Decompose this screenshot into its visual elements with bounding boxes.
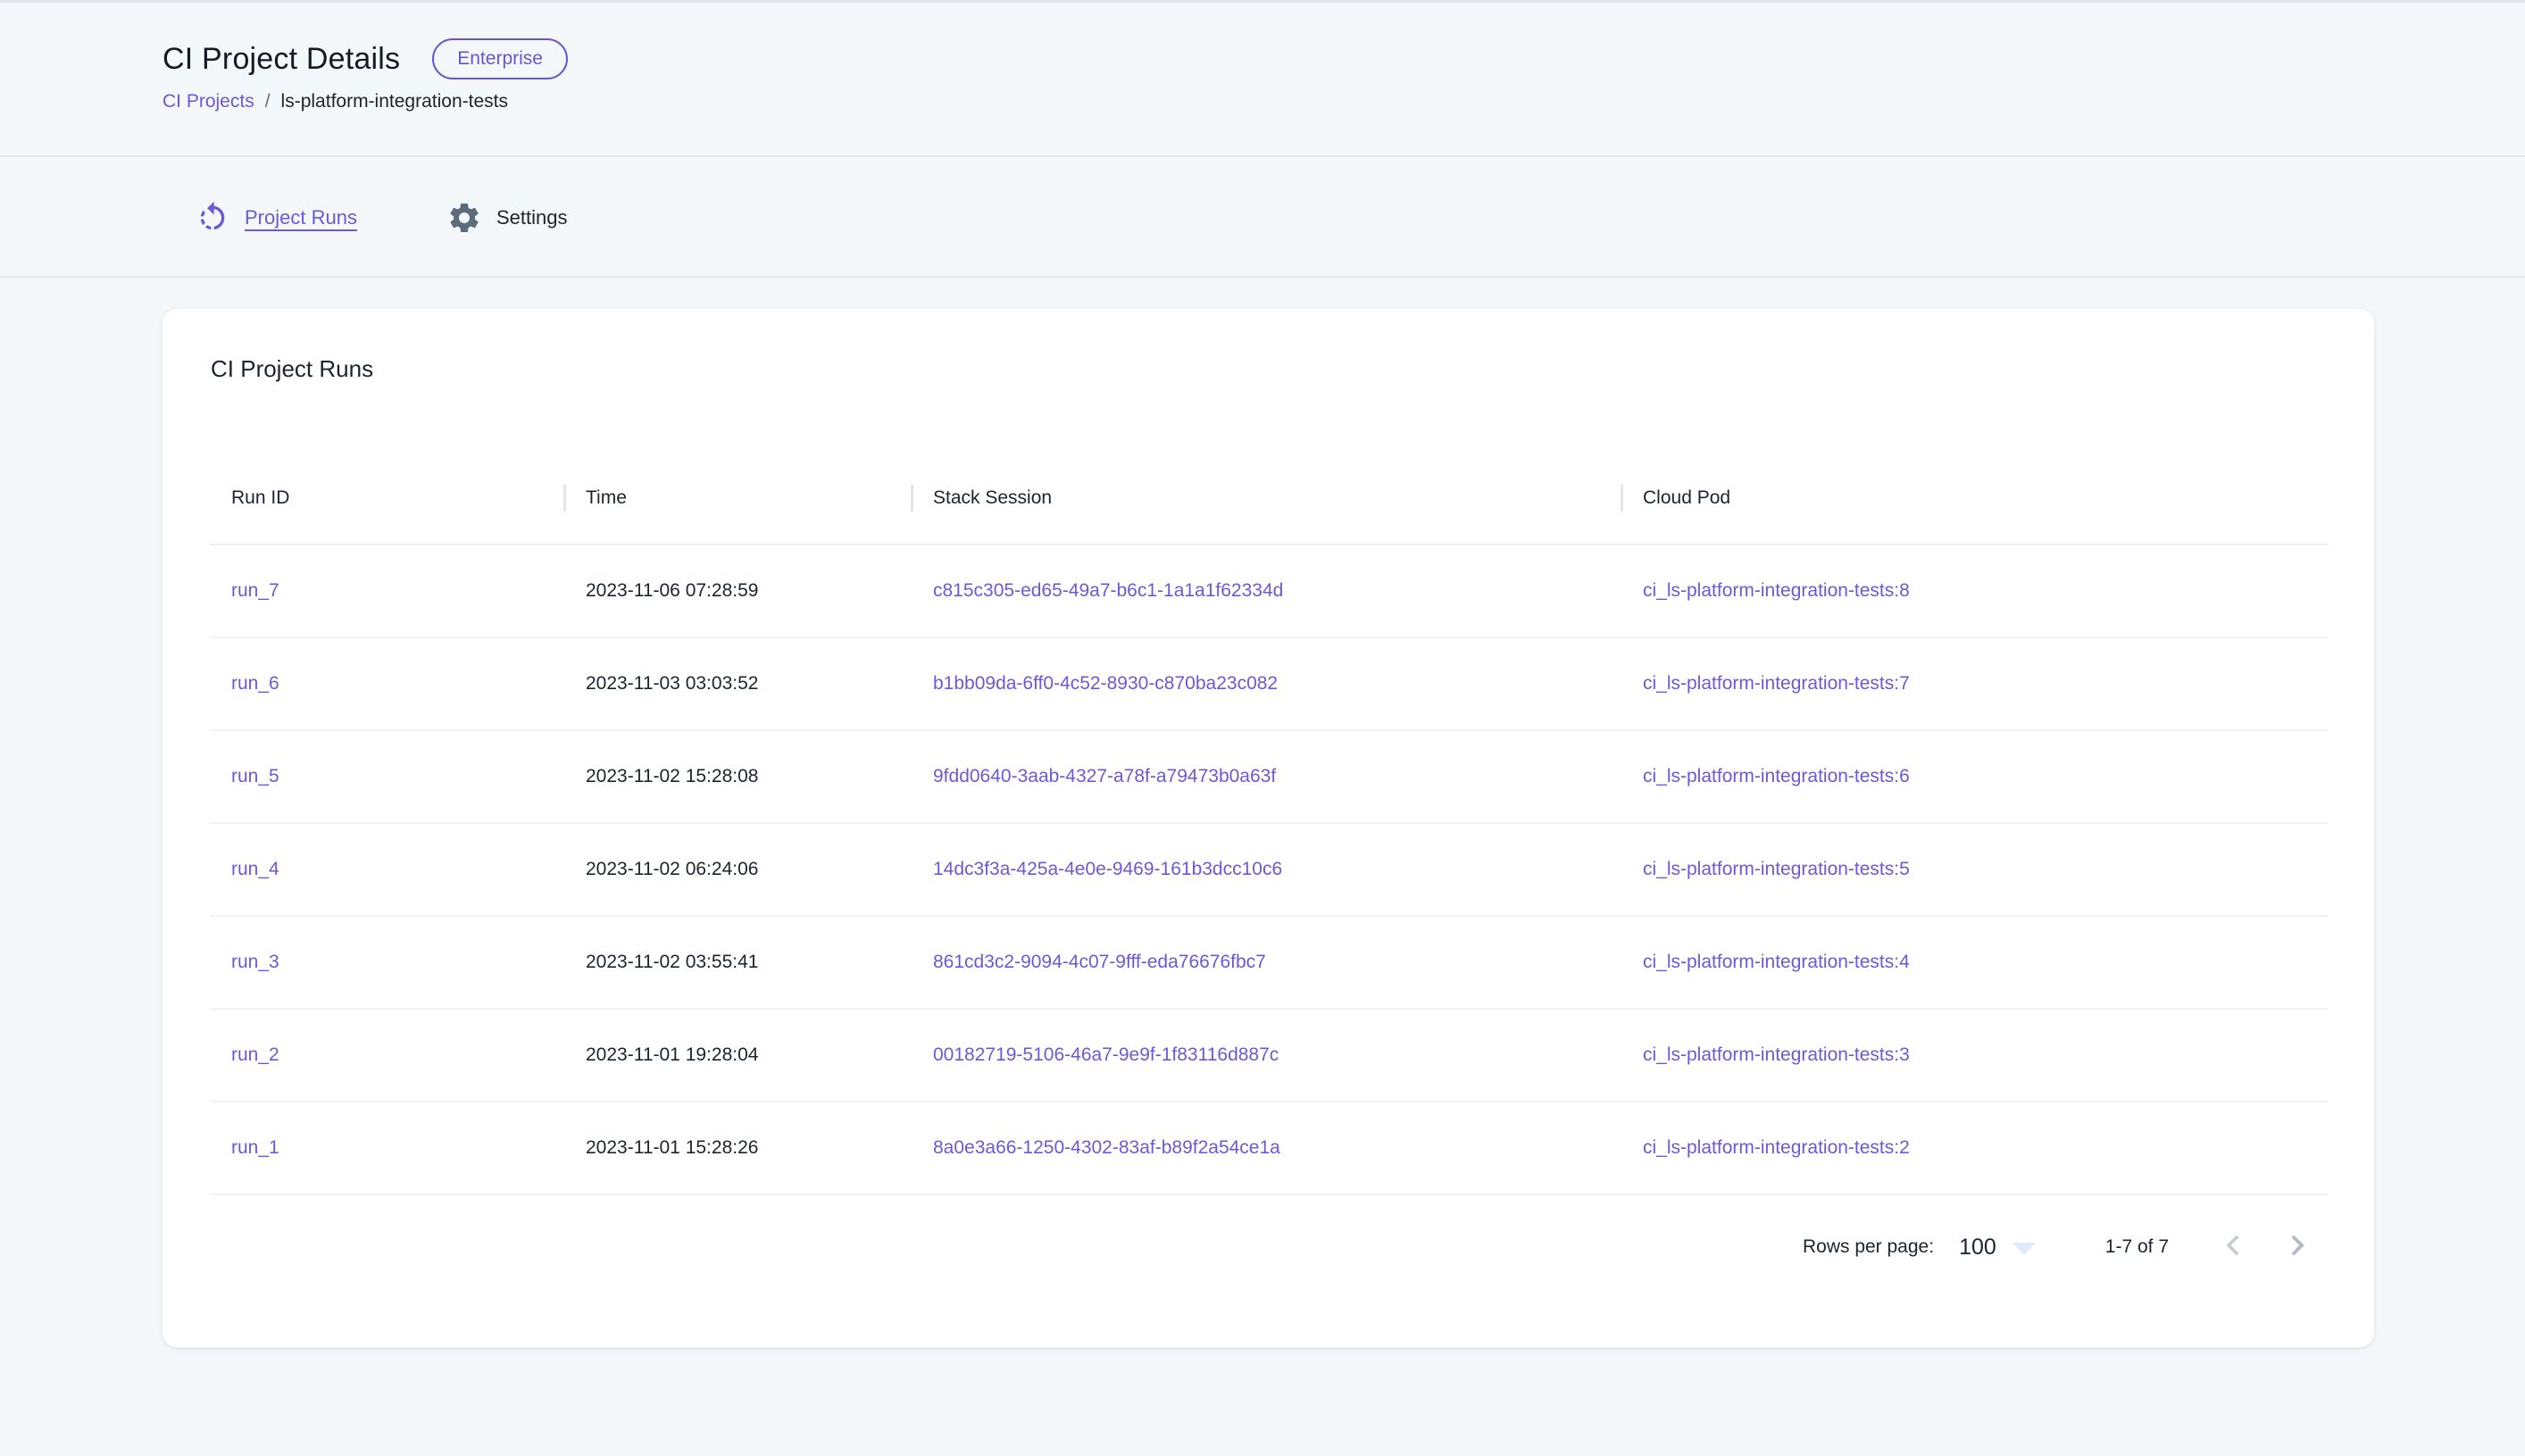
stack-session-link[interactable]: 9fdd0640-3aab-4327-a78f-a79473b0a63f [933,766,1276,786]
run-id-link[interactable]: run_5 [231,766,279,786]
stack-session-link[interactable]: b1bb09da-6ff0-4c52-8930-c870ba23c082 [933,673,1278,694]
table-row: run_2 2023-11-01 19:28:04 00182719-5106-… [210,1010,2329,1102]
page: { "header": { "title": "CI Project Detai… [0,0,2525,1456]
chevron-down-icon [2012,1243,2036,1255]
run-time: 2023-11-03 03:03:52 [564,673,912,695]
tab-project-runs-label: Project Runs [245,206,357,229]
column-header-time: Time [564,487,912,509]
cloud-pod-link[interactable]: ci_ls-platform-integration-tests:5 [1643,859,1910,879]
runs-table: Run ID Time Stack Session Cloud Pod run_… [210,452,2329,1195]
breadcrumb-link-ci-projects[interactable]: CI Projects [162,91,254,112]
tab-settings-label: Settings [496,206,568,229]
tab-project-runs[interactable]: Project Runs [195,200,357,236]
tab-bar: Project Runs Settings [0,159,2525,278]
table-row: run_5 2023-11-02 15:28:08 9fdd0640-3aab-… [210,731,2329,824]
run-id-link[interactable]: run_6 [231,673,279,694]
run-time: 2023-11-06 07:28:59 [564,580,912,602]
breadcrumb-separator: / [265,91,271,112]
breadcrumb: CI Projects / ls-platform-integration-te… [162,91,2525,112]
rows-per-page-select[interactable]: 100 [1959,1235,2036,1260]
run-id-link[interactable]: run_4 [231,859,279,879]
pagination-range: 1-7 of 7 [2105,1236,2169,1258]
table-row: run_3 2023-11-02 03:55:41 861cd3c2-9094-… [210,917,2329,1010]
run-time: 2023-11-02 06:24:06 [564,859,912,880]
run-time: 2023-11-02 03:55:41 [564,952,912,973]
chevron-left-icon [2212,1226,2254,1269]
run-id-link[interactable]: run_7 [231,580,279,601]
table-row: run_1 2023-11-01 15:28:26 8a0e3a66-1250-… [210,1102,2329,1195]
run-time: 2023-11-01 15:28:26 [564,1137,912,1159]
enterprise-badge: Enterprise [432,38,568,79]
column-header-cloud-pod: Cloud Pod [1621,487,2329,509]
table-row: run_4 2023-11-02 06:24:06 14dc3f3a-425a-… [210,824,2329,917]
stack-session-link[interactable]: 861cd3c2-9094-4c07-9fff-eda76676fbc7 [933,952,1266,972]
pagination: Rows per page: 100 1-7 of 7 [1803,1221,2319,1273]
column-header-stack-session: Stack Session [912,487,1621,509]
run-id-link[interactable]: run_3 [231,952,279,972]
stack-session-link[interactable]: 8a0e3a66-1250-4302-83af-b89f2a54ce1a [933,1137,1280,1158]
run-id-link[interactable]: run_1 [231,1137,279,1158]
rotate-left-icon [195,200,230,236]
cloud-pod-link[interactable]: ci_ls-platform-integration-tests:4 [1643,952,1910,972]
page-title: CI Project Details [162,42,400,77]
table-row: run_7 2023-11-06 07:28:59 c815c305-ed65-… [210,545,2329,638]
rows-per-page-value: 100 [1959,1235,1996,1260]
table-row: run_6 2023-11-03 03:03:52 b1bb09da-6ff0-… [210,638,2329,731]
gear-icon [446,200,482,236]
rows-per-page-label: Rows per page: [1803,1236,1934,1258]
cloud-pod-link[interactable]: ci_ls-platform-integration-tests:3 [1643,1044,1910,1065]
stack-session-link[interactable]: c815c305-ed65-49a7-b6c1-1a1a1f62334d [933,580,1283,601]
column-header-run-id: Run ID [210,487,564,509]
previous-page-button[interactable] [2212,1226,2254,1269]
ci-project-runs-card: CI Project Runs Run ID Time Stack Sessio… [162,308,2375,1348]
cloud-pod-link[interactable]: ci_ls-platform-integration-tests:6 [1643,766,1910,786]
stack-session-link[interactable]: 14dc3f3a-425a-4e0e-9469-161b3dcc10c6 [933,859,1282,879]
table-body: run_7 2023-11-06 07:28:59 c815c305-ed65-… [210,545,2329,1195]
tab-settings[interactable]: Settings [446,200,568,236]
chevron-right-icon [2277,1226,2318,1269]
stack-session-link[interactable]: 00182719-5106-46a7-9e9f-1f83116d887c [933,1044,1279,1065]
card-title: CI Project Runs [211,355,373,383]
cloud-pod-link[interactable]: ci_ls-platform-integration-tests:2 [1643,1137,1910,1158]
run-time: 2023-11-01 19:28:04 [564,1044,912,1066]
title-row: CI Project Details Enterprise [162,38,2525,79]
run-id-link[interactable]: run_2 [231,1044,279,1065]
run-time: 2023-11-02 15:28:08 [564,766,912,787]
breadcrumb-current: ls-platform-integration-tests [281,91,508,112]
next-page-button[interactable] [2276,1226,2319,1269]
page-header: CI Project Details Enterprise CI Project… [0,3,2525,157]
cloud-pod-link[interactable]: ci_ls-platform-integration-tests:7 [1643,673,1910,694]
cloud-pod-link[interactable]: ci_ls-platform-integration-tests:8 [1643,580,1910,601]
table-header-row: Run ID Time Stack Session Cloud Pod [210,452,2329,545]
